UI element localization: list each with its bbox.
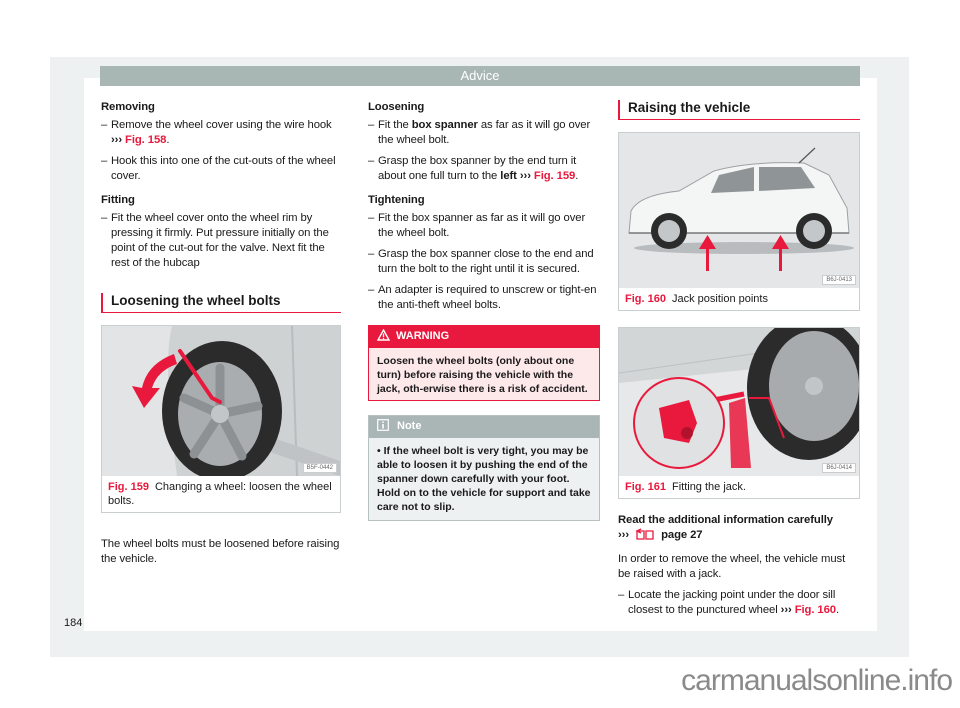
dash-bullet: – bbox=[618, 589, 625, 601]
column-3: Raising the vehicle B6J-0413 Fig. 160 Ja… bbox=[618, 100, 860, 624]
dash-bullet: – bbox=[368, 212, 375, 224]
body-text: The wheel bolts must be loosened before … bbox=[101, 538, 340, 565]
dash-bullet: – bbox=[101, 155, 108, 167]
book-reference-icon bbox=[635, 528, 655, 545]
figure-number: Fig. 161 bbox=[625, 481, 666, 493]
read-info-heading: Read the additional information carefull… bbox=[618, 514, 833, 526]
list-item: – Grasp the box spanner by the end turn … bbox=[368, 155, 579, 182]
list-item: – Fit the box spanner as far as it will g… bbox=[368, 212, 586, 239]
car-jack-points-illustration: B6J-0413 bbox=[619, 133, 859, 288]
dash-bullet: – bbox=[368, 248, 375, 260]
column-1: Removing – Remove the wheel cover using … bbox=[101, 100, 341, 567]
note-box: Note • If the wheel bolt is very tight, … bbox=[368, 415, 600, 521]
tightening-heading: Tightening bbox=[368, 194, 425, 206]
watermark: carmanualsonline.info bbox=[681, 664, 953, 697]
warning-header: WARNING bbox=[369, 326, 599, 348]
list-item: – Fit the box spanner as far as it will … bbox=[368, 119, 591, 146]
column-2: Loosening – Fit the box spanner as far a… bbox=[368, 100, 600, 521]
figure-caption: Fig. 160 Jack position points bbox=[625, 293, 768, 305]
note-text: • If the wheel bolt is very tight, you m… bbox=[377, 445, 591, 513]
figure-caption: Fig. 161 Fitting the jack. bbox=[625, 481, 746, 493]
note-header: Note bbox=[369, 416, 599, 438]
figure-caption: Fig. 159 Changing a wheel: loosen the whe… bbox=[108, 481, 332, 507]
dash-bullet: – bbox=[368, 119, 375, 131]
warning-triangle-icon bbox=[376, 328, 391, 345]
figure-number: Fig. 160 bbox=[625, 293, 666, 305]
figure-code: B6J-0413 bbox=[822, 275, 856, 285]
dash-bullet: – bbox=[368, 284, 375, 296]
fitting-heading: Fitting bbox=[101, 194, 135, 206]
section-title-raising: Raising the vehicle bbox=[618, 100, 860, 120]
list-item: – Fit the wheel cover onto the wheel rim… bbox=[101, 212, 329, 269]
dash-bullet: – bbox=[368, 155, 375, 167]
dash-bullet: – bbox=[101, 212, 108, 224]
list-item: – An adapter is required to unscrew or ti… bbox=[368, 284, 597, 311]
figure-161: B6J-0414 Fig. 161 Fitting the jack. bbox=[618, 327, 860, 499]
fig-160-link[interactable]: Fig. 160 bbox=[792, 604, 836, 616]
figure-code: B6J-0414 bbox=[822, 463, 856, 473]
chapter-header: Advice bbox=[100, 66, 860, 86]
removing-heading: Removing bbox=[101, 101, 155, 113]
figure-code: B5F-0442 bbox=[302, 463, 337, 473]
figure-number: Fig. 159 bbox=[108, 481, 149, 493]
list-item: – Remove the wheel cover using the wire … bbox=[101, 119, 332, 146]
fig-158-link[interactable]: Fig. 158 bbox=[125, 134, 166, 146]
jack-fitting-illustration: B6J-0414 bbox=[619, 328, 859, 476]
section-title-loosening: Loosening the wheel bolts bbox=[101, 293, 341, 313]
page-number: 184 bbox=[64, 617, 83, 629]
fig-159-link[interactable]: Fig. 159 bbox=[531, 170, 575, 182]
warning-box: WARNING Loosen the wheel bolts (only abo… bbox=[368, 325, 600, 401]
figure-160: B6J-0413 Fig. 160 Jack position points bbox=[618, 132, 860, 311]
body-text: In order to remove the wheel, the vehicl… bbox=[618, 553, 846, 580]
wheel-bolt-illustration: B5F-0442 bbox=[102, 326, 340, 476]
list-item: – Locate the jacking point under the doo… bbox=[618, 589, 840, 616]
warning-text: Loosen the wheel bolts (only about one t… bbox=[377, 355, 588, 395]
figure-159: B5F-0442 Fig. 159 Changing a wheel: loose… bbox=[101, 325, 341, 513]
read-info-reference[interactable]: ››› page 27 bbox=[618, 528, 860, 545]
bullet: • bbox=[377, 445, 384, 457]
list-item: – Hook this into one of the cut-outs of … bbox=[101, 155, 336, 182]
list-item: – Grasp the box spanner close to the end … bbox=[368, 248, 594, 275]
info-icon bbox=[377, 419, 389, 435]
dash-bullet: – bbox=[101, 119, 108, 131]
loosening-heading: Loosening bbox=[368, 101, 425, 113]
